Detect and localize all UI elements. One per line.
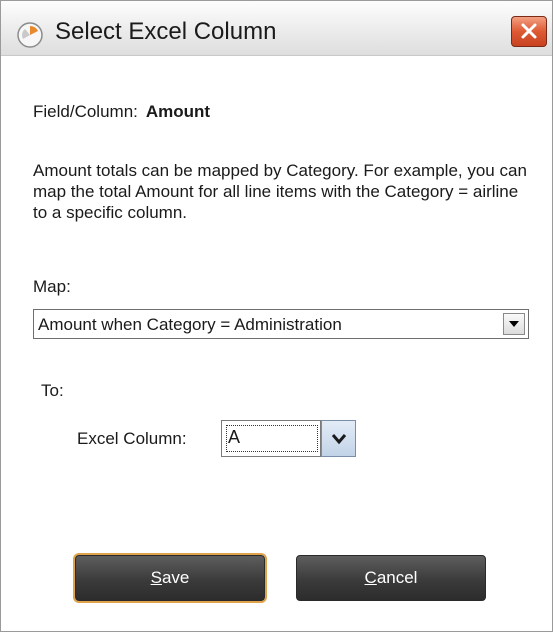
map-selected-value: Amount when Category = Administration — [38, 315, 342, 334]
window-title: Select Excel Column — [55, 18, 277, 45]
cancel-button[interactable]: Cancel — [296, 555, 486, 601]
map-dropdown[interactable]: Amount when Category = Administration — [33, 309, 529, 339]
description-text: Amount totals can be mapped by Category.… — [33, 161, 527, 222]
app-logo-icon — [17, 22, 43, 48]
map-label: Map: — [33, 277, 71, 296]
save-label-rest: ave — [161, 568, 190, 587]
excel-column-label: Excel Column: — [77, 429, 187, 448]
title-bar[interactable]: Select Excel Column — [1, 1, 552, 56]
close-button[interactable] — [511, 16, 547, 47]
cancel-label-rest: ancel — [376, 568, 418, 587]
chevron-down-icon — [331, 434, 347, 445]
save-button[interactable]: Save — [75, 555, 265, 601]
close-icon — [521, 23, 537, 39]
cancel-mnemonic: C — [364, 568, 377, 587]
save-mnemonic: S — [150, 568, 162, 587]
field-column-value: Amount — [145, 102, 211, 121]
to-label: To: — [41, 381, 64, 400]
excel-column-field[interactable]: A — [221, 420, 321, 457]
field-column-label: Field/Column: — [33, 102, 138, 121]
dropdown-arrow-icon — [509, 321, 519, 327]
excel-column-dropdown-button[interactable] — [321, 420, 356, 457]
map-dropdown-button[interactable] — [503, 313, 525, 335]
excel-column-dropdown[interactable]: A — [221, 420, 356, 457]
field-column-row: Field/Column: Amount — [33, 102, 210, 122]
excel-column-value: A — [228, 427, 241, 447]
select-excel-column-dialog: Select Excel Column Field/Column: Amount … — [0, 0, 553, 632]
